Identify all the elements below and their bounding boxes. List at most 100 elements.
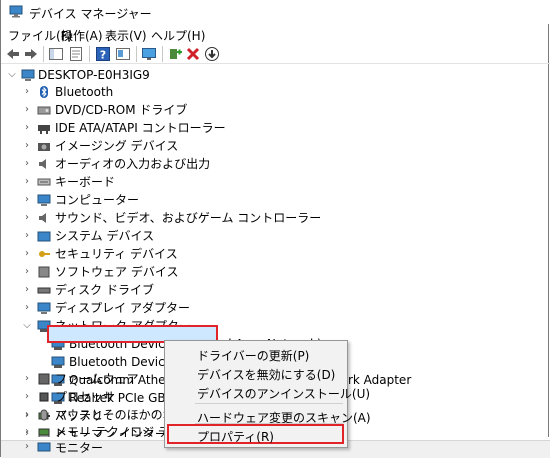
- context-item-label: デバイスを無効にする(D): [197, 368, 336, 382]
- speaker-icon: [39, 213, 46, 223]
- display-adapter-icon: [37, 302, 51, 314]
- collapsed-chevron-icon[interactable]: ›: [22, 139, 32, 153]
- menu-bar: ファイル(F) 操作(A) 表示(V) ヘルプ(H): [1, 24, 550, 44]
- tree-item-label: DVD/CD-ROM ドライブ: [55, 103, 188, 117]
- menu-view[interactable]: 表示(V): [105, 27, 147, 44]
- tree-item-label: イメージング デバイス: [55, 139, 179, 153]
- firmware-icon: [38, 373, 50, 385]
- expand-chevron-icon[interactable]: ⌵: [7, 68, 17, 82]
- collapsed-chevron-icon[interactable]: ›: [22, 85, 32, 99]
- svg-text:?: ?: [100, 49, 106, 62]
- context-item-label: ドライバーの更新(P): [197, 349, 310, 363]
- collapsed-chevron-icon[interactable]: ›: [22, 440, 32, 454]
- device-manager-window: デバイス マネージャー ファイル(F) 操作(A) 表示(V) ヘルプ(H) ?: [0, 0, 550, 458]
- tree-item-label: プロセッサ: [55, 390, 116, 404]
- tree-item-ide[interactable]: › IDE ATA/ATAPI コントローラー: [1, 119, 550, 137]
- tree-item-software[interactable]: › ソフトウェア デバイス: [1, 263, 550, 281]
- context-item-label: プロパティ(R): [197, 430, 274, 444]
- tree-item-label: キーボード: [55, 175, 116, 189]
- toolbar: ?: [1, 44, 550, 64]
- update-driver-icon[interactable]: [115, 46, 131, 62]
- collapsed-chevron-icon[interactable]: ›: [22, 157, 32, 171]
- keyboard-icon: [37, 178, 51, 186]
- context-item-properties[interactable]: プロパティ(R): [165, 425, 347, 444]
- context-item-disable-device[interactable]: デバイスを無効にする(D): [165, 363, 347, 382]
- monitor-icon: [37, 194, 51, 206]
- tree-item-label: ソフトウェア デバイス: [55, 265, 179, 279]
- menu-help[interactable]: ヘルプ(H): [151, 27, 205, 44]
- camera-icon: [38, 143, 50, 151]
- bluetooth-icon: [40, 86, 48, 98]
- context-menu: ドライバーの更新(P) デバイスを無効にする(D) デバイスのアンインストール(…: [164, 340, 371, 448]
- tree-item-system[interactable]: › システム デバイス: [1, 227, 550, 245]
- network-adapter-icon: [51, 356, 65, 368]
- add-driver-icon[interactable]: [167, 46, 183, 62]
- tree-item-label: システム デバイス: [55, 229, 155, 243]
- monitor-icon: [37, 442, 51, 452]
- speaker-icon: [39, 159, 46, 169]
- collapsed-chevron-icon[interactable]: ›: [22, 247, 32, 261]
- context-item-label: デバイスのアンインストール(U): [197, 387, 371, 401]
- tree-item-dvd[interactable]: › DVD/CD-ROM ドライブ: [1, 101, 550, 119]
- collapsed-chevron-icon[interactable]: ›: [22, 193, 32, 207]
- title-bar: デバイス マネージャー: [1, 0, 550, 24]
- tree-item-label: モニター: [55, 441, 104, 455]
- scan-download-icon[interactable]: [204, 46, 220, 62]
- collapsed-chevron-icon[interactable]: ›: [22, 283, 32, 297]
- tree-item-label: IDE ATA/ATAPI コントローラー: [55, 121, 226, 135]
- tree-item-label: ファームウェア: [55, 372, 139, 386]
- tree-item-security[interactable]: › セキュリティ デバイス: [1, 245, 550, 263]
- device-manager-app-icon: [9, 5, 23, 18]
- memory-icon: [38, 428, 50, 436]
- tree-item-label: ディスク ドライブ: [55, 283, 154, 297]
- expand-chevron-icon[interactable]: ⌵: [22, 319, 32, 333]
- processor-icon: [39, 392, 49, 402]
- show-hide-tree-icon[interactable]: [48, 46, 64, 62]
- tree-item-computer[interactable]: › コンピューター: [1, 191, 550, 209]
- disk-drive-icon: [37, 287, 51, 294]
- security-key-icon: [39, 251, 50, 257]
- tree-item-label: ディスプレイ アダプター: [55, 301, 190, 315]
- tree-item-label: コンピューター: [55, 193, 140, 207]
- collapsed-chevron-icon[interactable]: ›: [22, 425, 32, 437]
- collapsed-chevron-icon[interactable]: ›: [22, 103, 32, 117]
- tree-root-label: DESKTOP-E0H3IG9: [38, 68, 150, 82]
- collapsed-chevron-icon[interactable]: ›: [22, 372, 32, 386]
- tree-item-bluetooth[interactable]: › Bluetooth: [1, 83, 550, 101]
- collapsed-chevron-icon[interactable]: ›: [22, 408, 32, 422]
- collapsed-chevron-icon[interactable]: ›: [22, 301, 32, 315]
- help-icon[interactable]: ?: [95, 46, 111, 62]
- tree-item-audio-io[interactable]: › オーディオの入力および出力: [1, 155, 550, 173]
- context-item-uninstall-device[interactable]: デバイスのアンインストール(U): [165, 382, 370, 401]
- collapsed-chevron-icon[interactable]: ›: [22, 175, 32, 189]
- mouse-icon: [40, 409, 48, 421]
- collapsed-chevron-icon[interactable]: ›: [22, 390, 32, 404]
- collapsed-chevron-icon[interactable]: ›: [22, 121, 32, 135]
- tree-item-disk[interactable]: › ディスク ドライブ: [1, 281, 550, 299]
- ide-controller-icon: [38, 125, 50, 134]
- back-arrow-icon[interactable]: [5, 46, 21, 62]
- collapsed-chevron-icon[interactable]: ›: [22, 229, 32, 243]
- dvd-drive-icon: [37, 106, 51, 115]
- tree-item-imaging[interactable]: › イメージング デバイス: [1, 137, 550, 155]
- tree-item-display[interactable]: › ディスプレイ アダプター: [1, 299, 550, 317]
- collapsed-chevron-icon[interactable]: ›: [22, 211, 32, 225]
- context-separator: [195, 403, 343, 404]
- menu-action[interactable]: 操作(A): [61, 27, 103, 44]
- tree-item-label: Bluetooth: [55, 85, 114, 99]
- tree-root[interactable]: ⌵ DESKTOP-E0H3IG9: [1, 66, 550, 84]
- uninstall-x-icon[interactable]: [185, 46, 201, 62]
- system-folder-icon: [37, 231, 51, 242]
- collapsed-chevron-icon[interactable]: ›: [22, 265, 32, 279]
- tree-item-keyboard[interactable]: › キーボード: [1, 173, 550, 191]
- properties-sheet-icon[interactable]: [68, 46, 84, 62]
- window-title: デバイス マネージャー: [29, 7, 152, 21]
- tree-item-label: オーディオの入力および出力: [55, 157, 211, 171]
- tree-item-sound-video[interactable]: › サウンド、ビデオ、およびゲーム コントローラー: [1, 209, 550, 227]
- forward-arrow-icon[interactable]: [23, 46, 39, 62]
- context-item-update-driver[interactable]: ドライバーの更新(P): [165, 344, 347, 363]
- monitor-icon[interactable]: [141, 46, 157, 62]
- tree-item-label: サウンド、ビデオ、およびゲーム コントローラー: [55, 211, 322, 225]
- tree-item-label: セキュリティ デバイス: [55, 247, 178, 261]
- software-device-icon: [38, 266, 50, 278]
